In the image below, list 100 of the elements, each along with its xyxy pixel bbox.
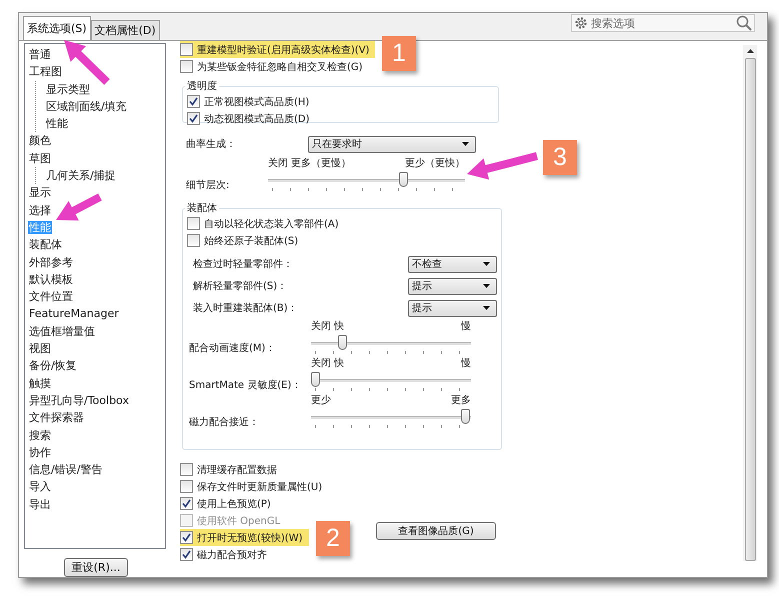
tree-item[interactable]: 选择 [28,204,52,217]
field-label: 曲率生成： [186,138,237,151]
tree-item[interactable]: 文件探索器 [28,411,85,424]
gear-icon [574,16,588,30]
tree-item[interactable]: 默认模板 [28,272,74,286]
callout-number: 3 [543,140,577,175]
checkmark-icon [181,549,192,560]
option-label[interactable]: 使用上色预览(P) [197,496,271,510]
checkbox[interactable] [180,531,193,544]
slider[interactable] [311,408,471,430]
tree-item[interactable]: 导出 [28,498,52,511]
pointer-arrow [64,40,110,85]
tree-item[interactable]: 外部参考 [28,256,74,269]
reset-button[interactable]: 重设(R)... [64,558,128,577]
pointer-arrow [56,193,102,220]
tab[interactable]: 文档属性(D) [90,20,160,40]
dropdown[interactable]: 提示 [408,300,497,316]
checkbox[interactable] [180,60,193,73]
tree-item[interactable]: 颜色 [28,134,52,148]
option-label[interactable]: 重建模型时验证(启用高级实体检查)(V) [197,42,370,56]
tree-item[interactable]: 普通 [28,48,52,61]
caret-icon [483,306,490,310]
tree-item[interactable]: FeatureManager [28,307,120,320]
slider-thumb[interactable] [311,372,320,387]
callout-number: 2 [316,521,350,556]
checkbox[interactable] [180,480,193,493]
dropdown[interactable]: 不检查 [408,256,497,272]
option-label[interactable]: 磁力配合预对齐 [197,548,267,562]
checkbox[interactable] [187,95,200,108]
slider[interactable] [311,334,471,356]
search-field[interactable]: 搜索选项 [571,14,755,32]
tab[interactable]: 系统选项(S) [23,16,91,40]
tree-item[interactable]: 几何关系/捕捉 [45,169,117,182]
pointer-arrow [467,152,538,180]
tree-item[interactable]: 显示类型 [45,82,91,96]
group-title: 装配体 [186,202,218,215]
slider-max-label: 慢 [461,356,471,370]
slider-max-label: 慢 [461,320,471,333]
slider-min-label: 关闭 快 [311,356,344,370]
checkbox[interactable] [180,463,193,476]
search-icon[interactable] [736,15,752,31]
caret-icon [462,142,469,146]
caret-icon [483,262,490,266]
dropdown[interactable]: 只在要求时 [308,136,476,152]
tree-item[interactable]: 视图 [28,342,52,356]
field-label: 解析轻量零部件(S)： [193,280,288,293]
slider[interactable] [268,171,465,193]
checkmark-icon [188,96,199,107]
option-label[interactable]: 自动以轻化状态装入零部件(A) [204,216,339,230]
image-quality-button[interactable]: 查看图像品质(G) [376,522,496,540]
slider-max-label: 更少（更快） [405,156,465,170]
tree-item[interactable]: 工程图 [28,65,63,78]
tree-item[interactable]: 草图 [28,152,52,165]
tree-item[interactable]: 装配体 [28,238,63,252]
slider-min-label: 关闭 快 [311,320,344,333]
checkmark-icon [181,498,192,509]
option-label[interactable]: 为某些钣金特征忽略自相交叉检查(G) [197,60,363,74]
dropdown[interactable]: 提示 [408,278,497,294]
tree-item[interactable]: 性能 [45,117,69,130]
tree-item[interactable]: 触摸 [28,376,52,390]
tree-item[interactable]: 区域剖面线/填充 [45,100,128,113]
scrollbar[interactable] [743,45,757,561]
tree-item[interactable]: 信息/错误/警告 [28,463,104,476]
field-label: 装入时重建装配体(B)： [193,302,299,315]
checkbox[interactable] [187,234,200,247]
option-label[interactable]: 清理缓存配置数据 [197,462,277,476]
scrollbar-thumb[interactable] [744,58,756,561]
slider-thumb[interactable] [461,409,470,424]
tree-item[interactable]: 选值框增量值 [28,324,96,338]
tree-item[interactable]: 导入 [28,480,52,494]
callout-number: 1 [382,36,416,71]
checkbox[interactable] [180,43,193,56]
tree-item[interactable]: 异型孔向导/Toolbox [28,394,130,407]
slider-thumb[interactable] [338,335,347,350]
tree-item[interactable]: 文件位置 [28,290,74,304]
option-label[interactable]: 保存文件时更新质量属性(U) [197,480,322,494]
checkmark-icon [188,113,199,124]
checkbox[interactable] [180,548,193,561]
slider-min-label: 更少 [311,394,331,407]
checkbox[interactable] [187,112,200,125]
scroll-up-icon[interactable] [746,49,754,53]
option-label[interactable]: 正常视图模式高品质(H) [204,94,310,108]
checkbox[interactable] [187,217,200,230]
slider[interactable] [311,371,471,393]
slider-thumb[interactable] [398,172,408,187]
option-label[interactable]: 打开时无预览(较快)(W) [197,530,302,544]
checkmark-icon [181,532,192,543]
caret-icon [483,284,490,288]
checkbox[interactable] [180,497,193,510]
tree-item[interactable]: 搜索 [28,428,52,442]
option-label[interactable]: 动态视图模式高品质(D) [204,112,310,126]
tree-item[interactable]: 备份/恢复 [28,359,78,372]
option-label[interactable]: 始终还原子装配体(S) [204,234,298,248]
tree-item[interactable]: 协作 [28,446,52,459]
slider-label: 细节层次: [186,178,230,192]
slider-min-label: 关闭 更多（更慢） [268,156,352,170]
tree-item[interactable]: 显示 [28,186,52,200]
slider-label: 磁力配合接近： [189,416,260,429]
group-title: 透明度 [186,80,218,93]
slider-label: SmartMate 灵敏度(E)： [189,378,302,392]
